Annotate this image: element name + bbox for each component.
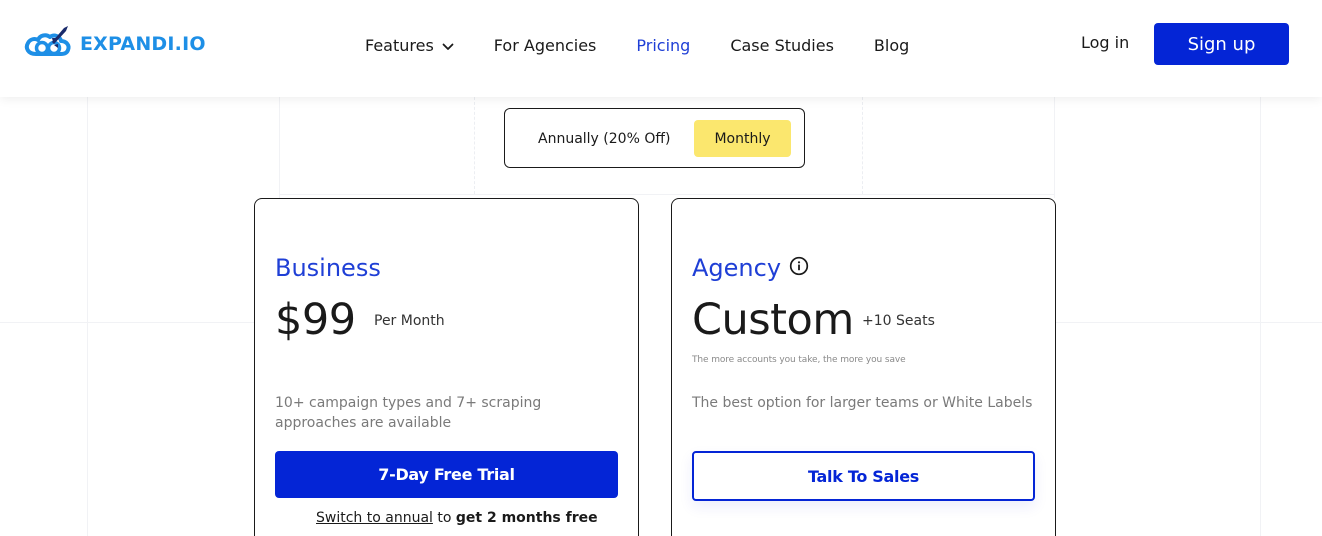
bg-grid-line bbox=[1056, 322, 1322, 323]
switch-annual-line: Switch to annual to get 2 months free bbox=[316, 510, 598, 526]
plan-card-business: Business $99 Per Month 10+ campaign type… bbox=[254, 198, 639, 536]
bg-grid-line bbox=[862, 97, 863, 194]
bg-grid-line bbox=[279, 194, 1055, 195]
plan-name: Business bbox=[275, 254, 381, 282]
free-trial-button[interactable]: 7-Day Free Trial bbox=[275, 451, 618, 498]
talk-to-sales-button[interactable]: Talk To Sales bbox=[692, 451, 1035, 501]
plan-name: Agency bbox=[692, 254, 809, 282]
bg-grid-line bbox=[279, 97, 280, 198]
login-link[interactable]: Log in bbox=[1081, 33, 1129, 52]
plan-note: The more accounts you take, the more you… bbox=[692, 355, 906, 365]
plan-card-agency: Agency Custom +10 Seats The more account… bbox=[671, 198, 1056, 536]
plan-price: Custom bbox=[692, 295, 854, 345]
plan-description: 10+ campaign types and 7+ scraping appro… bbox=[275, 395, 542, 431]
plan-seats: +10 Seats bbox=[862, 313, 935, 329]
plan-price: $99 bbox=[275, 295, 356, 345]
main-nav: Features For Agencies Pricing Case Studi… bbox=[365, 34, 949, 56]
plan-description: The best option for larger teams or Whit… bbox=[692, 395, 1033, 411]
nav-item-case-studies[interactable]: Case Studies bbox=[730, 36, 834, 55]
bg-grid-line bbox=[1260, 97, 1261, 536]
plan-period: Per Month bbox=[374, 313, 445, 329]
nav-item-pricing[interactable]: Pricing bbox=[636, 36, 690, 55]
bg-grid-line bbox=[1054, 97, 1055, 198]
toggle-annual-option[interactable]: Annually (20% Off) bbox=[538, 131, 670, 147]
info-icon[interactable] bbox=[789, 254, 809, 282]
site-header: EXPANDI.IO Features For Agencies Pricing… bbox=[0, 0, 1322, 97]
bg-grid-line bbox=[0, 322, 254, 323]
bg-grid-line bbox=[474, 97, 475, 194]
billing-toggle: Annually (20% Off) Monthly bbox=[504, 108, 805, 168]
toggle-monthly-option[interactable]: Monthly bbox=[694, 120, 791, 157]
plan-name-label: Agency bbox=[692, 254, 782, 282]
logo-text: EXPANDI.IO bbox=[80, 33, 206, 55]
chevron-down-icon bbox=[442, 36, 454, 55]
nav-item-features[interactable]: Features bbox=[365, 36, 454, 55]
signup-button[interactable]: Sign up bbox=[1154, 23, 1289, 65]
switch-benefit: get 2 months free bbox=[455, 510, 598, 526]
nav-item-for-agencies[interactable]: For Agencies bbox=[494, 36, 597, 55]
switch-text: to bbox=[432, 510, 456, 526]
logo[interactable]: EXPANDI.IO bbox=[22, 24, 206, 64]
nav-item-blog[interactable]: Blog bbox=[874, 36, 909, 55]
switch-annual-link[interactable]: Switch to annual bbox=[316, 510, 433, 526]
plan-name-label: Business bbox=[275, 254, 381, 282]
nav-item-label: Features bbox=[365, 35, 434, 55]
rocket-cloud-icon bbox=[22, 24, 76, 64]
bg-grid-line bbox=[87, 97, 88, 536]
